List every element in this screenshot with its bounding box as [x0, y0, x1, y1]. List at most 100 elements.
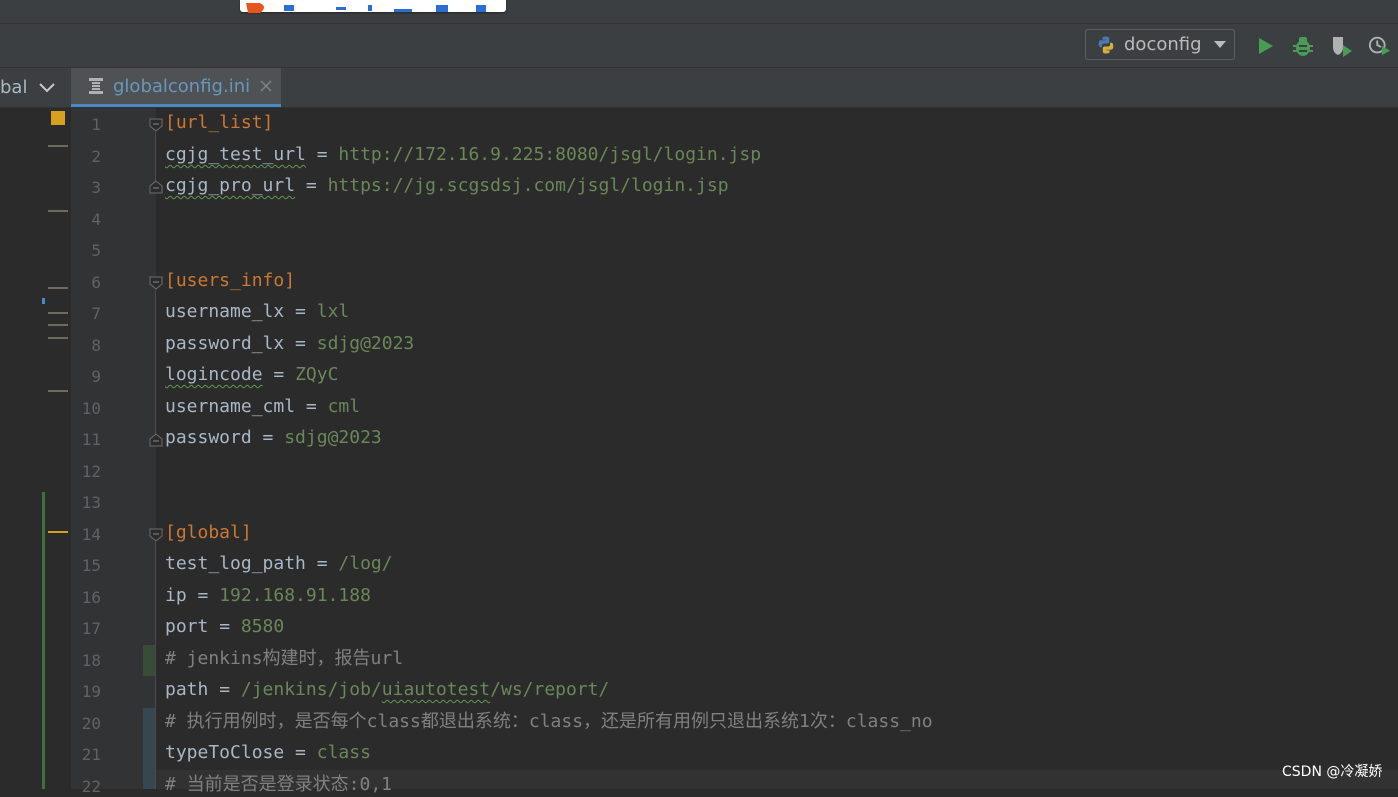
- watermark: CSDN @冷凝娇: [1282, 764, 1383, 780]
- section-header: [global]: [165, 522, 252, 543]
- fold-open-icon[interactable]: [149, 528, 163, 542]
- operator: =: [295, 396, 328, 417]
- config-value: /ws/report/: [490, 679, 610, 700]
- project-selector[interactable]: bal: [0, 68, 70, 107]
- section-header: [users_info]: [165, 270, 296, 291]
- code-line-2: cgjg_test_url = http://172.16.9.225:8080…: [165, 144, 761, 166]
- line-number: 12: [81, 462, 101, 481]
- run-config-selector[interactable]: doconfig: [1085, 29, 1235, 60]
- fold-open-icon[interactable]: [149, 118, 163, 132]
- run-config-label: doconfig: [1124, 34, 1202, 55]
- code-line-3: cgjg_pro_url = https://jg.scgsdsj.com/js…: [165, 175, 729, 197]
- line-number: 3: [91, 178, 101, 197]
- code-line-21: typeToClose = class: [165, 742, 371, 764]
- overlay-image: [240, 0, 506, 13]
- operator: =: [284, 742, 317, 763]
- code-line-11: password = sdjg@2023: [165, 427, 382, 449]
- operator: =: [295, 175, 328, 196]
- config-key: cgjg_test_url: [165, 144, 306, 165]
- line-number: 17: [81, 619, 101, 638]
- operator: =: [305, 553, 339, 574]
- operator: =: [208, 679, 241, 700]
- code-line-20: # 执行用例时，是否每个class都退出系统：class，还是所有用例只退出系统…: [165, 711, 933, 733]
- change-marker: [48, 312, 68, 314]
- vcs-change-bar: [42, 492, 45, 789]
- debug-icon: [1293, 37, 1313, 56]
- operator: =: [262, 364, 296, 385]
- line-number: 18: [81, 651, 101, 670]
- chevron-down-icon: [39, 82, 56, 93]
- line-number: 11: [81, 430, 101, 449]
- close-icon[interactable]: [260, 80, 272, 92]
- config-key: test_log_path: [165, 553, 306, 574]
- config-value: cml: [327, 396, 361, 417]
- config-key: username_lx: [165, 301, 285, 322]
- tab-label: globalconfig.ini: [113, 75, 251, 97]
- config-key: port: [165, 616, 209, 637]
- code-line-14: [global]: [165, 522, 252, 544]
- vcs-marker: [42, 298, 45, 304]
- ini-file-icon: [87, 77, 105, 95]
- config-value: /jenkins/job/: [240, 679, 382, 700]
- coverage-button[interactable]: [1330, 34, 1354, 58]
- line-number: 21: [81, 745, 101, 764]
- fold-guide: [155, 542, 156, 789]
- vcs-modified-block: [143, 708, 155, 789]
- comment: # jenkins构建时，报告url: [165, 648, 404, 669]
- line-number: 19: [81, 682, 101, 701]
- code-line-7: username_lx = lxl: [165, 301, 349, 323]
- profile-button[interactable]: [1368, 34, 1392, 58]
- code-line-19: path = /jenkins/job/uiautotest/ws/report…: [165, 679, 609, 701]
- line-number: 8: [91, 336, 101, 355]
- coverage-icon: [1333, 37, 1352, 57]
- project-selector-label: bal: [0, 77, 28, 98]
- line-number: 2: [91, 147, 101, 166]
- code-line-8: password_lx = sdjg@2023: [165, 333, 414, 355]
- run-icon: [1259, 38, 1273, 54]
- config-key: ip: [165, 585, 187, 606]
- config-key: cgjg_pro_url: [165, 175, 296, 196]
- profile-icon: [1368, 36, 1391, 56]
- tab-globalconfig[interactable]: globalconfig.ini: [71, 68, 281, 107]
- debug-button[interactable]: [1291, 34, 1315, 58]
- config-key: password: [165, 427, 252, 448]
- python-icon: [1096, 35, 1116, 55]
- line-number: 9: [91, 367, 101, 386]
- line-number: 13: [81, 493, 101, 512]
- code-line-1: [url_list]: [165, 112, 273, 134]
- fold-close-icon[interactable]: [149, 433, 163, 447]
- operator: =: [251, 427, 285, 448]
- operator: =: [284, 301, 317, 322]
- config-value: 192.168.91.188: [219, 585, 371, 606]
- vcs-added-block: [143, 645, 155, 676]
- operator: =: [305, 144, 339, 165]
- section-header: [url_list]: [165, 112, 274, 133]
- config-value: /log/: [338, 553, 393, 574]
- config-value: uiautotest: [381, 679, 491, 700]
- change-marker: [48, 337, 68, 339]
- config-key: typeToClose: [165, 742, 285, 763]
- config-key: path: [165, 679, 209, 700]
- line-number: 7: [91, 304, 101, 323]
- config-key: password_lx: [165, 333, 285, 354]
- change-marker: [48, 287, 68, 289]
- title-strip: [0, 0, 1398, 24]
- run-button[interactable]: [1253, 34, 1277, 58]
- change-marker: [48, 324, 68, 326]
- change-marker: [48, 145, 68, 147]
- config-value: lxl: [316, 301, 350, 322]
- config-value: 8580: [240, 616, 285, 637]
- line-number: 6: [91, 273, 101, 292]
- line-number: 1: [91, 115, 101, 134]
- config-key: username_cml: [165, 396, 296, 417]
- comment: # 执行用例时，是否每个class都退出系统：class，还是所有用例只退出系统…: [165, 711, 933, 732]
- operator: =: [284, 333, 317, 354]
- fold-close-icon[interactable]: [149, 180, 163, 194]
- code-line-6: [users_info]: [165, 270, 295, 292]
- line-number: 5: [91, 241, 101, 260]
- change-marker: [48, 210, 68, 212]
- config-value: sdjg@2023: [316, 333, 415, 354]
- line-number: 15: [81, 556, 101, 575]
- fold-open-icon[interactable]: [149, 276, 163, 290]
- code-line-22: # 当前是否是登录状态:0,1: [165, 774, 392, 796]
